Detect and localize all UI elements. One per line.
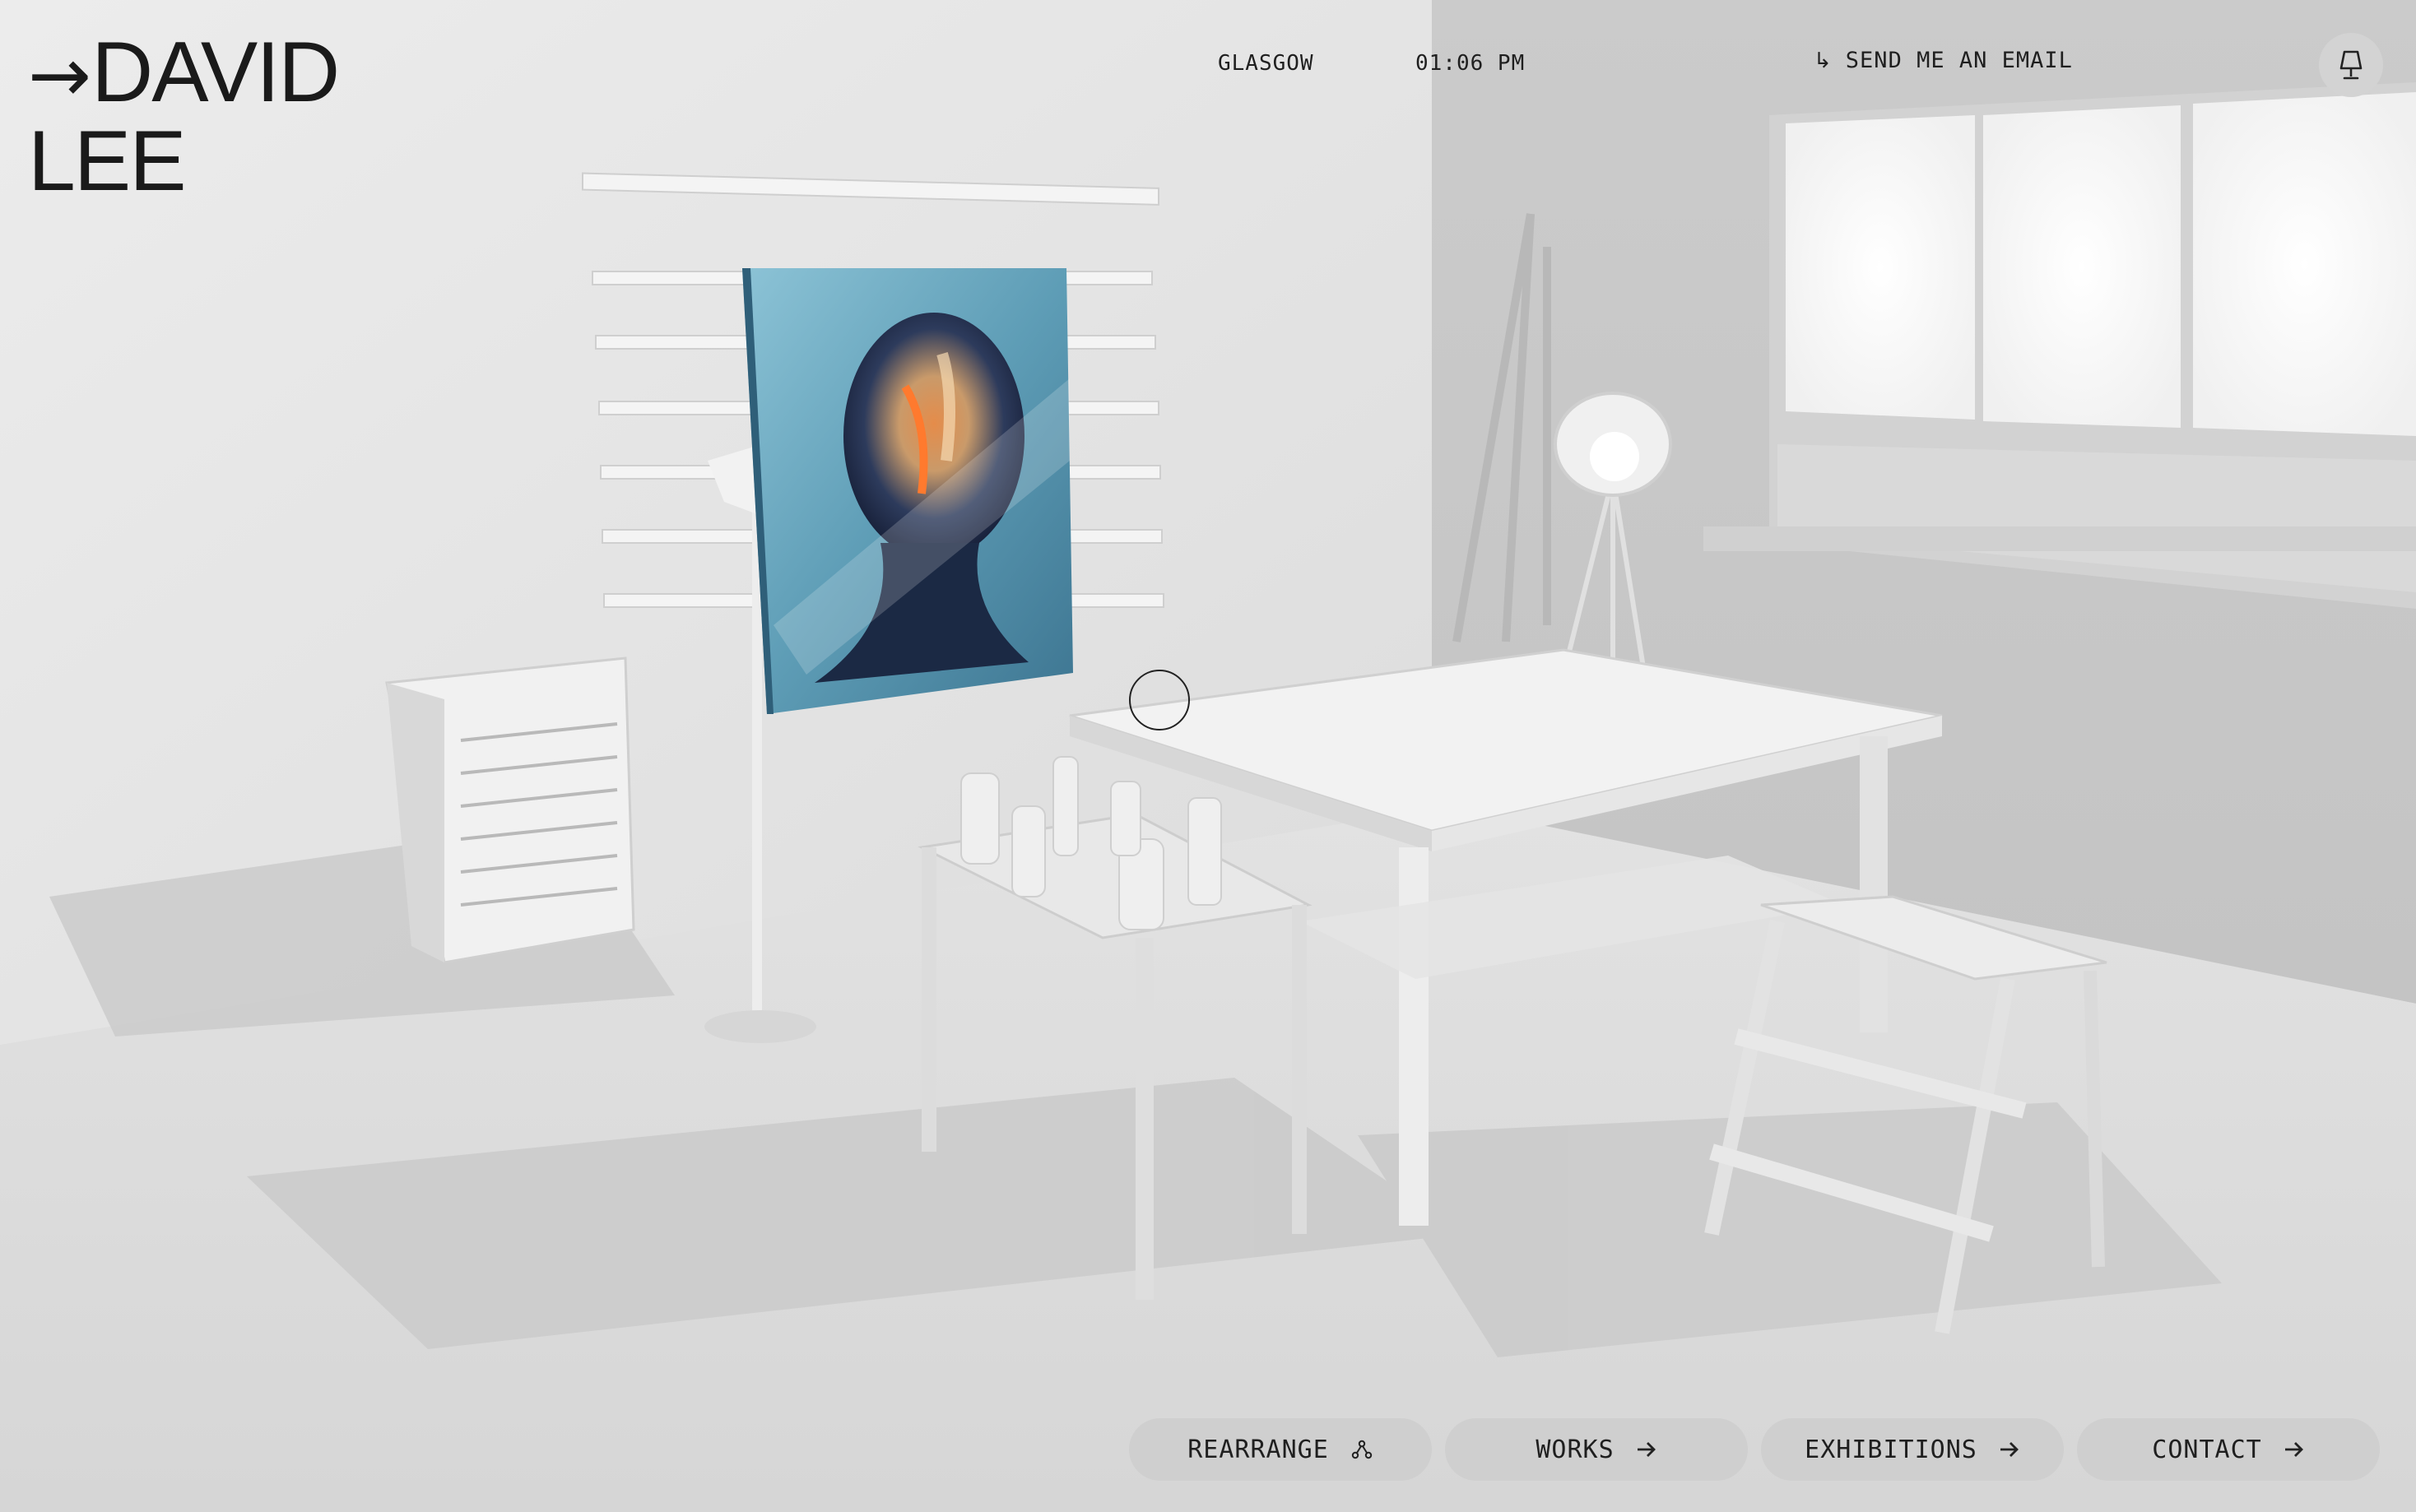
arrow-right-icon — [1636, 1440, 1657, 1459]
cursor-ring — [1129, 670, 1190, 730]
rearrange-button[interactable]: REARRANGE — [1129, 1418, 1432, 1481]
arrow-right-icon — [1999, 1440, 2020, 1459]
bottom-nav: REARRANGE WORKS EXHIBITIONS CONTACT — [1129, 1418, 2380, 1481]
lamp-toggle-button[interactable] — [2319, 33, 2383, 97]
logo-line-1: →DAVID — [28, 30, 340, 119]
arrow-right-icon — [2284, 1440, 2305, 1459]
logo-first-name: DAVID — [91, 25, 340, 120]
contact-label: CONTACT — [2152, 1435, 2262, 1464]
local-time: 01:06 PM — [1415, 51, 1526, 76]
exhibitions-label: EXHIBITIONS — [1805, 1435, 1977, 1464]
logo-last-name: LEE — [28, 114, 187, 209]
exhibitions-button[interactable]: EXHIBITIONS — [1761, 1418, 2064, 1481]
studio-scene — [0, 0, 2416, 1512]
send-email-link[interactable]: ↳ SEND ME AN EMAIL — [1814, 48, 2073, 73]
works-label: WORKS — [1536, 1435, 1615, 1464]
site-logo[interactable]: →DAVID LEE — [28, 30, 340, 209]
contact-button[interactable]: CONTACT — [2077, 1418, 2380, 1481]
rearrange-icon — [1350, 1438, 1373, 1461]
lamp-icon — [2339, 50, 2363, 80]
location-label: GLASGOW — [1218, 51, 1314, 76]
rearrange-label: REARRANGE — [1187, 1435, 1329, 1464]
arrow-right-icon: → — [28, 31, 91, 119]
return-arrow-icon: ↳ — [1814, 48, 1833, 73]
works-button[interactable]: WORKS — [1445, 1418, 1748, 1481]
send-email-label: SEND ME AN EMAIL — [1845, 48, 2073, 73]
